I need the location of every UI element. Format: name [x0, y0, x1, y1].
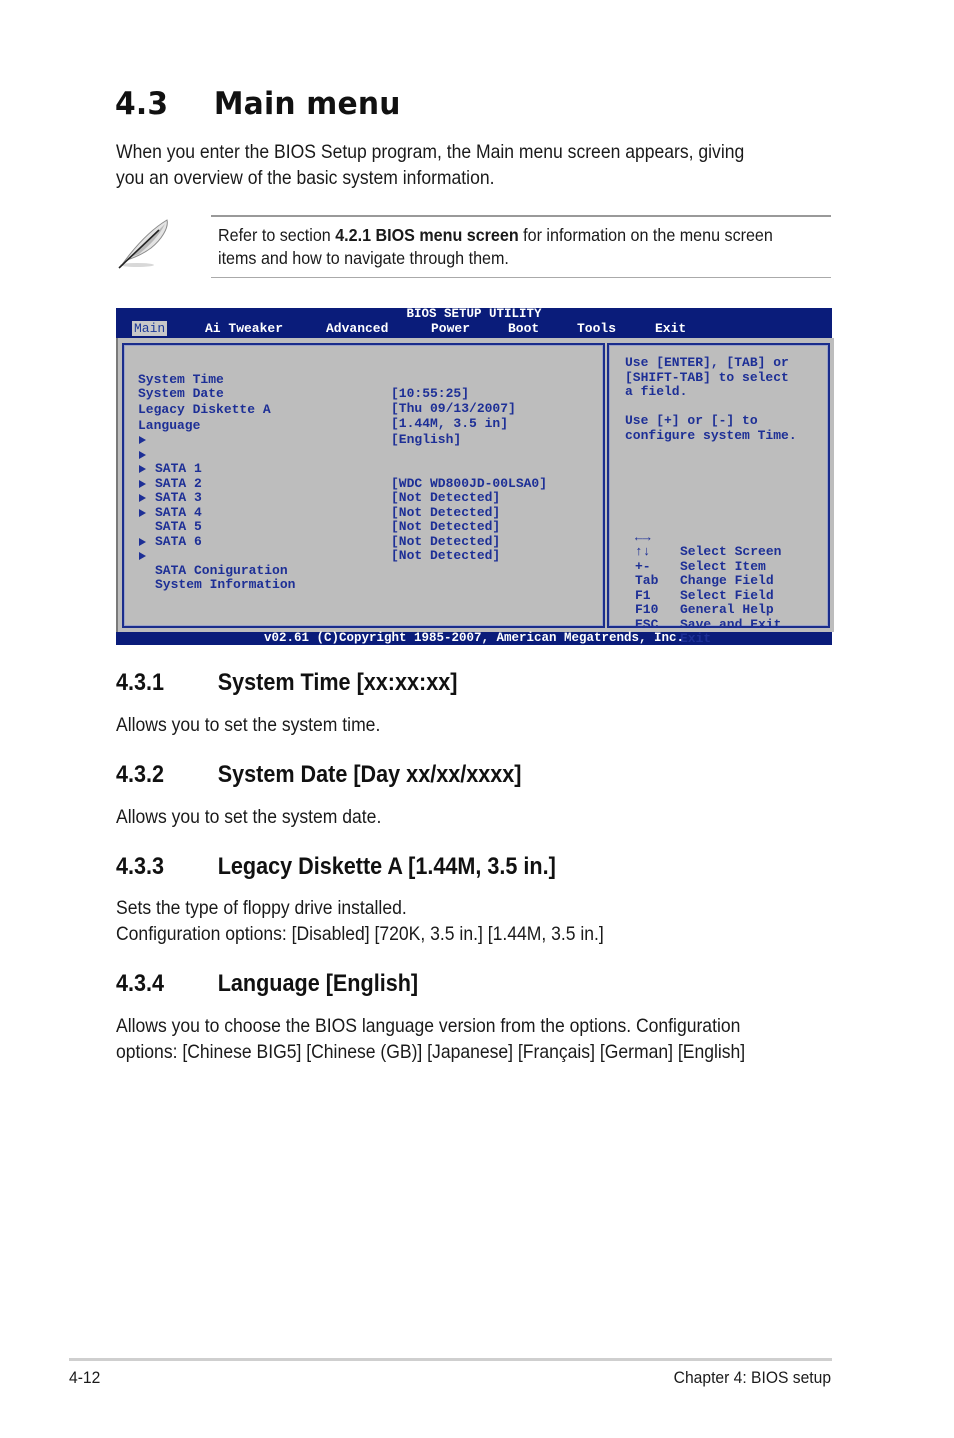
feather-pen-icon	[113, 214, 173, 272]
submenu-label: System Information	[155, 577, 296, 593]
key-legend-select-screen: ←→ Select Screen	[635, 516, 781, 559]
section-title: Main menu	[213, 86, 401, 122]
body-line: Configuration options: [Disabled] [720K,…	[116, 923, 604, 945]
bios-tab-advanced[interactable]: Advanced	[324, 321, 390, 336]
sata-1-item[interactable]: SATA 1 [WDC WD800JD-00LSA0]	[138, 433, 547, 490]
setting-value[interactable]: [English]	[391, 433, 461, 448]
help-text-line: Use [+] or [-] to	[625, 413, 758, 428]
note-section-ref: 4.2.1 BIOS menu screen	[335, 225, 519, 245]
bios-tab-exit[interactable]: Exit	[653, 321, 688, 336]
subsection-title: System Time [xx:xx:xx]	[217, 669, 458, 696]
key-legend-change-field: +- Change Field	[635, 545, 774, 588]
body-line: Allows you to set the system time.	[116, 714, 381, 736]
key-legend-select-item: ↑↓ Select Item	[635, 531, 766, 573]
submenu-arrow-icon	[139, 450, 146, 459]
note-text: Refer to section 4.2.1 BIOS menu screen …	[218, 224, 773, 270]
help-text-line: a field.	[625, 384, 688, 399]
subsection-heading-system-time: 4.3.1 System Time [xx:xx:xx]	[116, 669, 457, 697]
submenu-arrow-icon	[139, 508, 146, 517]
setting-value[interactable]: [Thu 09/13/2007]	[391, 401, 516, 417]
submenu-arrow-icon	[139, 479, 146, 488]
sata-6-item[interactable]: SATA 6 [Not Detected]	[138, 506, 500, 563]
help-text-line: configure system Time.	[625, 427, 797, 443]
body-line: Allows you to set the system date.	[116, 806, 382, 828]
note-bottom-rule	[211, 277, 831, 278]
sata-value: [Not Detected]	[391, 533, 501, 549]
subsection-heading-system-date: 4.3.2 System Date [Day xx/xx/xxxx]	[116, 761, 521, 789]
bios-menu-bar: Main Ai Tweaker Advanced Power Boot Tool…	[116, 321, 832, 337]
key-legend-save-exit: F10 Save and Exit	[635, 589, 781, 631]
subsection-body: Allows you to set the system date.	[116, 804, 381, 830]
subsection-heading-legacy-diskette: 4.3.3 Legacy Diskette A [1.44M, 3.5 in.]	[116, 853, 556, 881]
setting-legacy-diskette-a[interactable]: Legacy Diskette A [1.44M, 3.5 in]	[138, 388, 508, 431]
sata-2-item[interactable]: SATA 2 [Not Detected]	[138, 448, 500, 505]
bios-tab-tools[interactable]: Tools	[575, 321, 618, 336]
sata-value: [Not Detected]	[391, 504, 501, 520]
setting-label: Language	[138, 417, 201, 433]
subsection-title: Language [English]	[217, 970, 419, 997]
sata-3-item[interactable]: SATA 3 [Not Detected]	[138, 462, 500, 519]
page-title: 4.3 Main menu	[115, 86, 401, 122]
subsection-title: Legacy Diskette A [1.44M, 3.5 in.]	[217, 853, 556, 880]
subsection-body: Allows you to set the system time.	[116, 712, 380, 738]
sata-configuration-item[interactable]: SATA Coniguration	[138, 535, 288, 577]
key-legend-select-field: Tab Select Field	[635, 560, 774, 602]
sata-4-item[interactable]: SATA 4 [Not Detected]	[138, 477, 500, 534]
bios-title: BIOS SETUP UTILITY	[406, 307, 542, 321]
submenu-arrow-icon	[139, 465, 146, 473]
subsection-number: 4.3.1	[116, 669, 165, 696]
body-line: Sets the type of floppy drive installed.	[116, 897, 407, 919]
chapter-label: Chapter 4: BIOS setup	[673, 1368, 831, 1387]
bios-screenshot: BIOS SETUP UTILITY Main Ai Tweaker Advan…	[116, 307, 834, 646]
note-top-rule	[211, 215, 831, 217]
key-legend-exit: ESC Exit	[635, 603, 713, 646]
subsection-number: 4.3.4	[116, 970, 165, 997]
sata-value: [Not Detected]	[391, 519, 501, 535]
key-legend-general-help: F1 General Help	[635, 574, 774, 617]
footer-rule	[69, 1358, 832, 1361]
sata-value: [Not Detected]	[391, 548, 501, 564]
setting-value[interactable]: [10:55:25]	[391, 387, 469, 402]
key-label: ESC	[635, 616, 659, 632]
help-text-line: Use [ENTER], [TAB] or	[625, 355, 789, 370]
setting-system-time[interactable]: System Time [10:55:25]	[138, 358, 469, 401]
subsection-heading-language: 4.3.4 Language [English]	[116, 970, 418, 998]
sata-5-item[interactable]: SATA 5 [Not Detected]	[138, 491, 500, 548]
note-line-2: items and how to navigate through them.	[218, 248, 509, 268]
submenu-arrow-icon	[139, 436, 146, 444]
body-line: options: [Chinese BIG5] [Chinese (GB)] […	[116, 1041, 746, 1063]
submenu-arrow-icon	[139, 552, 146, 560]
sata-value: [Not Detected]	[391, 490, 501, 506]
subsection-number: 4.3.3	[116, 853, 165, 880]
bios-settings-panel: System Time [10:55:25] System Date [Thu …	[122, 343, 605, 628]
intro-paragraph: When you enter the BIOS Setup program, t…	[116, 139, 744, 191]
sata-value: [WDC WD800JD-00LSA0]	[391, 475, 548, 491]
system-information-item[interactable]: System Information	[138, 549, 295, 592]
page-number: 4-12	[69, 1368, 101, 1387]
bios-copyright: v02.61 (C)Copyright 1985-2007, American …	[263, 631, 685, 645]
setting-value[interactable]: [1.44M, 3.5 in]	[391, 417, 508, 432]
intro-line: you an overview of the basic system info…	[116, 167, 495, 189]
setting-language[interactable]: Language [English]	[138, 404, 461, 447]
section-number: 4.3	[115, 86, 169, 122]
body-line: Allows you to choose the BIOS language v…	[116, 1015, 741, 1037]
bios-tab-main[interactable]: Main	[132, 321, 168, 336]
bios-tab-ai-tweaker[interactable]: Ai Tweaker	[203, 321, 285, 336]
bios-help-panel: Use [ENTER], [TAB] or [SHIFT-TAB] to sel…	[607, 343, 830, 646]
bios-body: System Time [10:55:25] System Date [Thu …	[116, 338, 834, 646]
subsection-title: System Date [Day xx/xx/xxxx]	[217, 761, 522, 788]
setting-system-date[interactable]: System Date [Thu 09/13/2007]	[138, 373, 516, 415]
intro-line: When you enter the BIOS Setup program, t…	[116, 141, 745, 163]
note-suffix: for information on the menu screen	[518, 225, 773, 245]
submenu-arrow-icon	[139, 494, 146, 502]
subsection-number: 4.3.2	[116, 761, 165, 788]
note-prefix: Refer to section	[218, 225, 336, 245]
subsection-body: Allows you to choose the BIOS language v…	[116, 1013, 745, 1065]
subsection-body: Sets the type of floppy drive installed.…	[116, 895, 604, 947]
help-text-line: [SHIFT-TAB] to select	[625, 369, 789, 385]
bios-tab-power[interactable]: Power	[429, 321, 472, 336]
bios-tab-boot[interactable]: Boot	[506, 321, 541, 336]
submenu-arrow-icon	[139, 537, 146, 546]
